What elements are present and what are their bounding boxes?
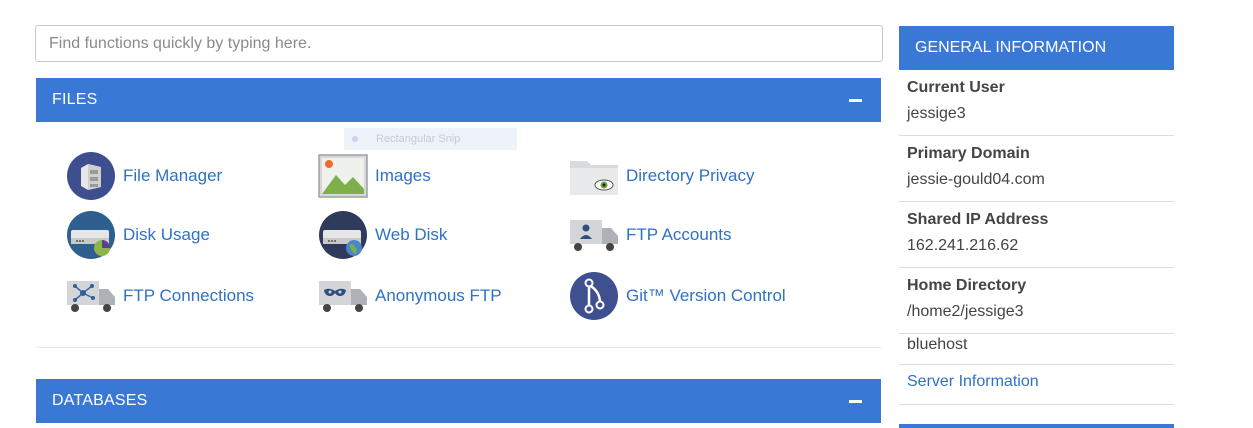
- files-panel-header[interactable]: FILES: [36, 78, 881, 122]
- search-input[interactable]: [35, 25, 883, 62]
- databases-panel-title: DATABASES: [52, 392, 148, 409]
- ftp-accounts-link[interactable]: FTP Accounts: [569, 210, 732, 260]
- general-information-title: GENERAL INFORMATION: [915, 39, 1107, 56]
- web-disk-icon: [318, 210, 368, 260]
- ftp-connections-label: FTP Connections: [123, 286, 255, 305]
- directory-privacy-icon: [569, 151, 619, 201]
- primary-domain-label: Primary Domain: [907, 145, 1030, 162]
- current-user-value: jessige3: [907, 105, 966, 122]
- databases-collapse-button[interactable]: [847, 393, 863, 409]
- server-information-link[interactable]: Server Information: [907, 373, 1039, 390]
- disk-usage-link[interactable]: Disk Usage: [66, 210, 210, 260]
- minus-icon: [848, 399, 862, 403]
- disk-usage-icon: [66, 210, 116, 260]
- host-row: bluehost: [899, 335, 1174, 365]
- ftp-accounts-icon: [569, 210, 619, 260]
- databases-panel-header[interactable]: DATABASES: [36, 379, 881, 423]
- home-directory-value: /home2/jessige3: [907, 303, 1024, 320]
- file-manager-icon: [66, 151, 116, 201]
- anonymous-ftp-icon: [318, 271, 368, 321]
- file-manager-link[interactable]: File Manager: [66, 151, 222, 201]
- shared-ip-value: 162.241.216.62: [907, 237, 1019, 254]
- files-collapse-button[interactable]: [847, 92, 863, 108]
- web-disk-link[interactable]: Web Disk: [318, 210, 447, 260]
- minus-icon: [848, 98, 862, 102]
- current-user-label: Current User: [907, 79, 1005, 96]
- web-disk-label: Web Disk: [375, 225, 448, 244]
- file-manager-label: File Manager: [123, 166, 223, 185]
- ftp-connections-link[interactable]: FTP Connections: [66, 271, 254, 321]
- home-directory-label: Home Directory: [907, 277, 1027, 294]
- anonymous-ftp-label: Anonymous FTP: [375, 286, 502, 305]
- next-sidebar-section-header: [899, 424, 1174, 428]
- primary-domain-row: Primary Domain jessie-gould04.com: [899, 145, 1174, 202]
- ftp-accounts-label: FTP Accounts: [626, 225, 732, 244]
- files-panel-body: File Manager Images Directory Privacy Di…: [36, 122, 881, 348]
- current-user-row: Current User jessige3: [899, 79, 1174, 136]
- directory-privacy-label: Directory Privacy: [626, 166, 755, 185]
- git-version-control-icon: [569, 271, 619, 321]
- server-information-row: Server Information: [899, 373, 1174, 405]
- images-icon: [318, 151, 368, 201]
- shared-ip-label: Shared IP Address: [907, 211, 1049, 228]
- images-label: Images: [375, 166, 431, 185]
- general-information-header: GENERAL INFORMATION: [899, 26, 1174, 70]
- anonymous-ftp-link[interactable]: Anonymous FTP: [318, 271, 502, 321]
- ftp-connections-icon: [66, 271, 116, 321]
- directory-privacy-link[interactable]: Directory Privacy: [569, 151, 754, 201]
- host-value: bluehost: [907, 336, 968, 353]
- git-version-control-label: Git™ Version Control: [626, 286, 786, 305]
- git-version-control-link[interactable]: Git™ Version Control: [569, 271, 786, 321]
- images-link[interactable]: Images: [318, 151, 431, 201]
- primary-domain-value: jessie-gould04.com: [907, 171, 1045, 188]
- files-panel-title: FILES: [52, 91, 98, 108]
- home-directory-row: Home Directory /home2/jessige3: [899, 277, 1174, 334]
- shared-ip-row: Shared IP Address 162.241.216.62: [899, 211, 1174, 268]
- disk-usage-label: Disk Usage: [123, 225, 210, 244]
